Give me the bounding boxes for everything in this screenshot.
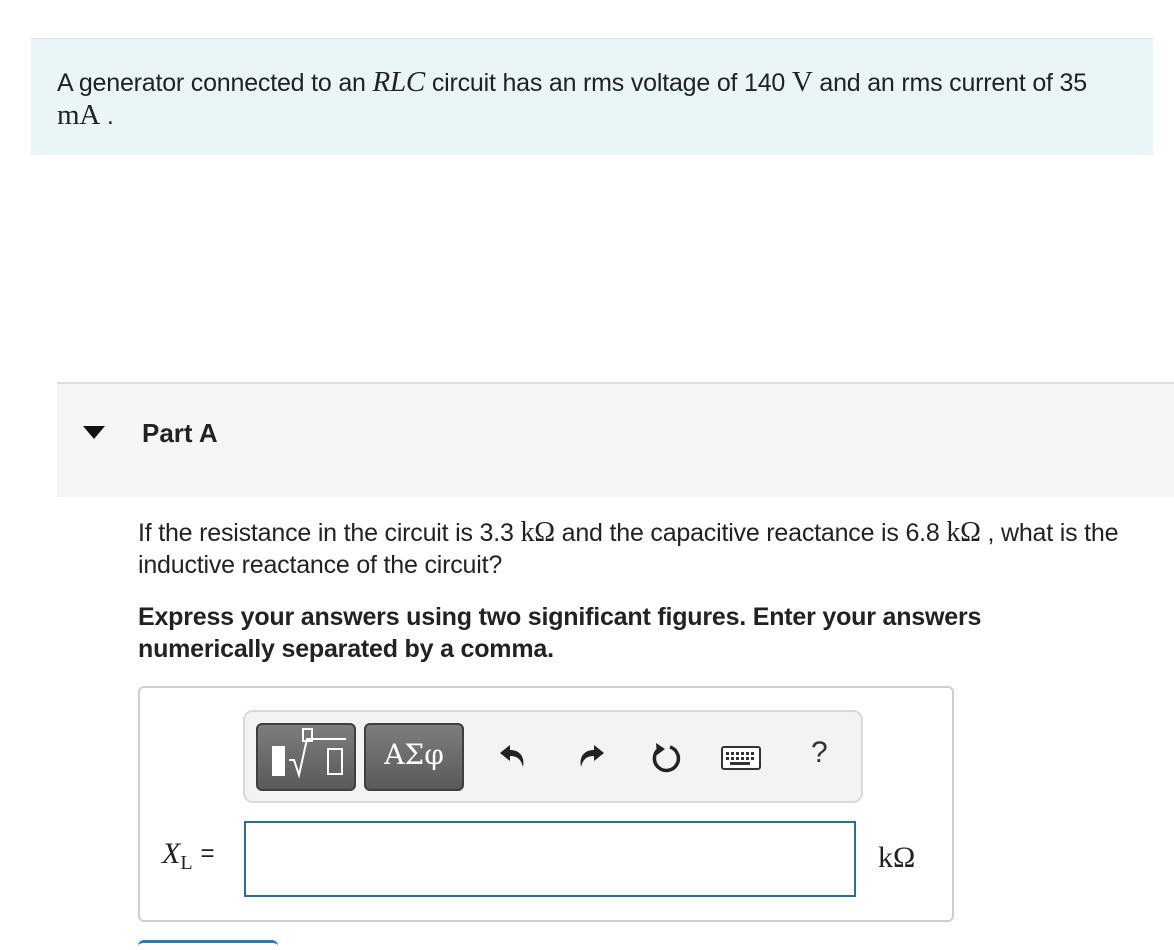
undo-icon[interactable] [496, 739, 530, 773]
question-text: If the resistance in the circuit is 3.3 … [138, 517, 1158, 581]
templates-button[interactable] [256, 723, 356, 791]
answer-input[interactable] [244, 821, 856, 897]
current-unit: mA [57, 99, 101, 131]
reactance-unit: kΩ [946, 517, 981, 548]
templates-icon [272, 728, 346, 779]
help-icon[interactable]: ? [811, 736, 828, 770]
math-toolbar: ΑΣφ ? [243, 710, 863, 803]
resistance-unit: kΩ [520, 517, 555, 548]
variable-label: XL = [162, 837, 215, 875]
voltage-unit: V [791, 66, 813, 98]
part-a-toggle[interactable]: Part A [57, 382, 1174, 497]
answer-panel: ΑΣφ ? XL = kΩ [138, 686, 954, 922]
part-title: Part A [142, 418, 218, 448]
intro-text-segment: A generator connected to an [57, 69, 373, 97]
equals-sign: = [200, 840, 215, 867]
question-segment: and the capacitive reactance is 6.8 [554, 519, 947, 547]
submit-button[interactable] [138, 940, 278, 950]
caret-down-icon [83, 426, 105, 439]
variable-symbol: X [162, 837, 181, 870]
intro-text-segment: . [100, 102, 114, 130]
answer-instructions: Express your answers using two significa… [138, 603, 982, 663]
problem-intro: A generator connected to an RLC circuit … [31, 38, 1153, 155]
unit-label: kΩ [878, 841, 916, 874]
symbols-label: ΑΣφ [384, 738, 444, 771]
symbols-button[interactable]: ΑΣφ [364, 723, 464, 791]
question-segment: If the resistance in the circuit is 3.3 [138, 519, 521, 547]
keyboard-icon[interactable] [721, 746, 761, 772]
intro-text-segment: circuit has an rms voltage of 140 [425, 69, 792, 97]
variable-subscript: L [180, 852, 193, 874]
redo-icon[interactable] [574, 739, 608, 773]
intro-text-segment: and an rms current of 35 [812, 69, 1087, 97]
circuit-type-math: RLC [372, 66, 426, 98]
reset-icon[interactable] [648, 739, 684, 775]
intro-text: A generator connected to an RLC circuit … [57, 66, 1117, 132]
